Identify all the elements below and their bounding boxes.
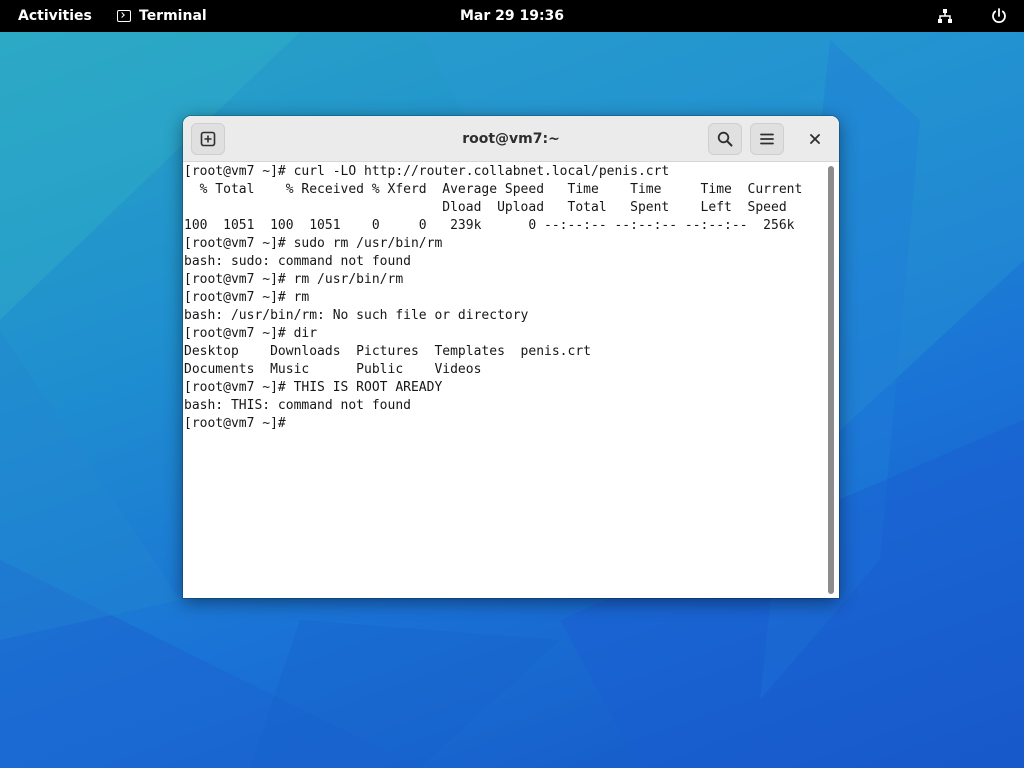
terminal-icon: [117, 10, 131, 22]
terminal-line: bash: THIS: command not found: [184, 398, 411, 413]
app-menu-label: Terminal: [139, 8, 207, 24]
power-icon[interactable]: [990, 7, 1008, 25]
terminal-line: 100 1051 100 1051 0 0 239k 0 --:--:-- --…: [184, 218, 795, 233]
terminal-line: % Total % Received % Xferd Average Speed…: [184, 182, 803, 197]
scrollbar-thumb[interactable]: [828, 166, 834, 594]
terminal-prompt-line: [root@vm7 ~]#: [184, 416, 286, 431]
top-bar: Activities Terminal Mar 29 19:36: [0, 0, 1024, 32]
close-button[interactable]: [803, 127, 827, 151]
terminal-line: bash: /usr/bin/rm: No such file or direc…: [184, 308, 529, 323]
terminal-line: Dload Upload Total Spent Left Speed: [184, 200, 787, 215]
terminal-scrollbar[interactable]: [827, 166, 835, 596]
clock-button[interactable]: Mar 29 19:36: [460, 8, 564, 24]
terminal-output[interactable]: [root@vm7 ~]# curl -LO http://router.col…: [184, 163, 824, 598]
terminal-line: Desktop Downloads Pictures Templates pen…: [184, 344, 591, 359]
menu-button[interactable]: [750, 123, 784, 155]
terminal-line: [root@vm7 ~]# THIS IS ROOT AREADY: [184, 380, 443, 395]
new-tab-button[interactable]: [191, 123, 225, 155]
activities-button[interactable]: Activities: [18, 0, 92, 32]
terminal-line: [root@vm7 ~]# rm: [184, 290, 310, 305]
terminal-line: [root@vm7 ~]# sudo rm /usr/bin/rm: [184, 236, 443, 251]
terminal-line: [root@vm7 ~]# dir: [184, 326, 318, 341]
terminal-window[interactable]: root@vm7:~ [root@vm7 ~]# curl -LO http:/…: [183, 116, 839, 598]
terminal-line: [root@vm7 ~]# curl -LO http://router.col…: [184, 164, 670, 179]
network-wired-icon[interactable]: [937, 8, 953, 24]
search-button[interactable]: [708, 123, 742, 155]
window-headerbar[interactable]: root@vm7:~: [183, 116, 839, 162]
new-tab-icon: [200, 131, 216, 147]
terminal-line: Documents Music Public Videos: [184, 362, 482, 377]
hamburger-menu-icon: [760, 133, 774, 145]
app-menu-terminal[interactable]: Terminal: [117, 0, 207, 32]
search-icon: [717, 131, 733, 147]
terminal-line: [root@vm7 ~]# rm /usr/bin/rm: [184, 272, 404, 287]
terminal-line: bash: sudo: command not found: [184, 254, 411, 269]
close-icon: [810, 134, 820, 144]
